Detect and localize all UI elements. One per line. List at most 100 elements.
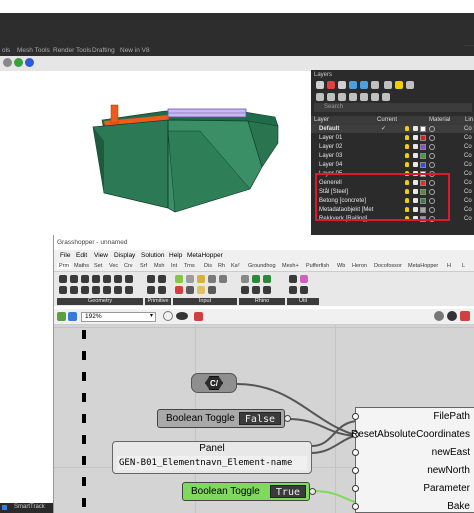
c-component[interactable]: C/ bbox=[191, 373, 237, 393]
tab[interactable]: Vec bbox=[109, 263, 118, 269]
layer-row[interactable]: Layer 03 Co bbox=[311, 152, 474, 160]
tab[interactable]: Heron bbox=[352, 263, 367, 269]
panel-icon[interactable] bbox=[197, 275, 205, 283]
param-icon[interactable] bbox=[263, 275, 271, 283]
boolean-toggle-false[interactable]: Boolean Toggle False bbox=[157, 409, 291, 428]
lock-icon[interactable] bbox=[413, 135, 418, 140]
layer-row[interactable]: Layer 02 Co bbox=[311, 143, 474, 151]
lock-icon[interactable] bbox=[413, 144, 418, 149]
param-icon[interactable] bbox=[252, 275, 260, 283]
tab[interactable]: Groundhog bbox=[248, 263, 276, 269]
tab[interactable]: Pufferfish bbox=[306, 263, 329, 269]
tab[interactable]: Trns bbox=[184, 263, 195, 269]
param-icon[interactable] bbox=[241, 275, 249, 283]
bake-component[interactable]: FilePath ResetAbsoluteCoordinates newEas… bbox=[351, 407, 474, 513]
lock-icon[interactable] bbox=[413, 162, 418, 167]
tab[interactable]: Maths bbox=[74, 263, 89, 269]
param-icon[interactable] bbox=[103, 286, 111, 294]
new-layer-icon[interactable] bbox=[316, 81, 324, 89]
open-file-icon[interactable] bbox=[57, 312, 66, 321]
column-header[interactable]: Material bbox=[429, 117, 450, 123]
param-icon[interactable] bbox=[70, 286, 78, 294]
layer-color-swatch[interactable] bbox=[420, 153, 426, 159]
param-icon[interactable] bbox=[252, 286, 260, 294]
save-icon[interactable] bbox=[68, 312, 77, 321]
material-icon[interactable] bbox=[429, 144, 435, 150]
column-header[interactable]: Lin bbox=[465, 117, 473, 123]
param-icon[interactable] bbox=[241, 286, 249, 294]
param-icon[interactable] bbox=[81, 275, 89, 283]
tab[interactable]: L bbox=[462, 263, 465, 269]
layer-tool-icon[interactable] bbox=[360, 93, 368, 101]
layer-tool-icon[interactable] bbox=[327, 93, 335, 101]
eye-icon[interactable] bbox=[176, 312, 188, 320]
layer-tool-icon[interactable] bbox=[316, 93, 324, 101]
tab[interactable]: Srf bbox=[140, 263, 147, 269]
delete-layer-icon[interactable] bbox=[327, 81, 335, 89]
grasshopper-canvas[interactable]: C/ Boolean Toggle False Panel GEN-B01_El… bbox=[54, 325, 474, 513]
layer-row[interactable]: Default ✓ Co bbox=[311, 125, 474, 133]
visibility-icon[interactable] bbox=[405, 126, 409, 131]
move-down-icon[interactable] bbox=[360, 81, 368, 89]
param-icon[interactable] bbox=[59, 286, 67, 294]
input-port[interactable] bbox=[352, 485, 359, 492]
filter-icon[interactable] bbox=[371, 81, 379, 89]
preview-mode-icon[interactable] bbox=[447, 311, 457, 321]
menu-item[interactable]: File bbox=[60, 252, 70, 259]
tab-params[interactable]: Prm bbox=[57, 263, 72, 269]
layer-color-swatch[interactable] bbox=[420, 162, 426, 168]
column-header[interactable]: Current bbox=[377, 117, 397, 123]
param-icon[interactable] bbox=[175, 286, 183, 294]
tab[interactable]: Ka² bbox=[231, 263, 240, 269]
param-icon[interactable] bbox=[158, 286, 166, 294]
param-icon[interactable] bbox=[92, 275, 100, 283]
tool-icon[interactable] bbox=[3, 58, 12, 67]
menu-item[interactable]: Help bbox=[169, 252, 182, 259]
param-icon[interactable] bbox=[70, 275, 78, 283]
param-icon[interactable] bbox=[114, 275, 122, 283]
toggle-value[interactable]: False bbox=[238, 412, 281, 425]
layer-row[interactable]: Layer 01 Co bbox=[311, 134, 474, 142]
toggle-value[interactable]: True bbox=[269, 485, 306, 498]
param-icon[interactable] bbox=[114, 286, 122, 294]
new-sublayer-icon[interactable] bbox=[338, 81, 346, 89]
tab[interactable]: Mesh+ bbox=[282, 263, 299, 269]
zoom-extents-icon[interactable] bbox=[163, 311, 173, 321]
param-icon[interactable] bbox=[186, 286, 194, 294]
layers-search-input[interactable]: Search bbox=[314, 103, 472, 112]
param-icon[interactable] bbox=[219, 275, 227, 283]
material-icon[interactable] bbox=[429, 162, 435, 168]
column-header[interactable]: Layer bbox=[314, 117, 329, 123]
tab[interactable]: H bbox=[447, 263, 451, 269]
material-icon[interactable] bbox=[429, 153, 435, 159]
param-icon[interactable] bbox=[263, 286, 271, 294]
tab[interactable]: Wb bbox=[337, 263, 345, 269]
layer-color-swatch[interactable] bbox=[420, 126, 426, 132]
zoom-level-select[interactable]: 192% bbox=[81, 312, 156, 322]
slider-icon[interactable] bbox=[186, 275, 194, 283]
material-icon[interactable] bbox=[429, 135, 435, 141]
help-icon[interactable] bbox=[25, 58, 34, 67]
menu-item[interactable]: Display bbox=[114, 252, 135, 259]
param-icon[interactable] bbox=[147, 275, 155, 283]
taskbar-icon[interactable] bbox=[2, 505, 7, 510]
output-port[interactable] bbox=[284, 415, 291, 422]
rhino-tab[interactable]: New in V8 bbox=[120, 47, 150, 54]
tab[interactable]: Docofossor bbox=[374, 263, 402, 269]
tab[interactable]: Dis bbox=[204, 263, 212, 269]
input-port[interactable] bbox=[352, 467, 359, 474]
param-icon[interactable] bbox=[92, 286, 100, 294]
input-port[interactable] bbox=[352, 449, 359, 456]
layer-tool-icon[interactable] bbox=[384, 81, 392, 89]
layer-tool-icon[interactable] bbox=[349, 93, 357, 101]
lock-icon[interactable] bbox=[413, 126, 418, 131]
panel-content[interactable]: GEN-B01_Elementnavn_Element-name bbox=[117, 456, 307, 470]
tab[interactable]: Int bbox=[171, 263, 177, 269]
param-icon[interactable] bbox=[147, 286, 155, 294]
text-panel[interactable]: Panel GEN-B01_Elementnavn_Element-name bbox=[112, 441, 312, 474]
visibility-icon[interactable] bbox=[405, 162, 409, 167]
chevron-down-icon[interactable]: ▾ bbox=[150, 312, 153, 319]
rhino-tab[interactable]: Drafting bbox=[92, 47, 115, 54]
param-icon[interactable] bbox=[81, 286, 89, 294]
material-icon[interactable] bbox=[429, 126, 435, 132]
